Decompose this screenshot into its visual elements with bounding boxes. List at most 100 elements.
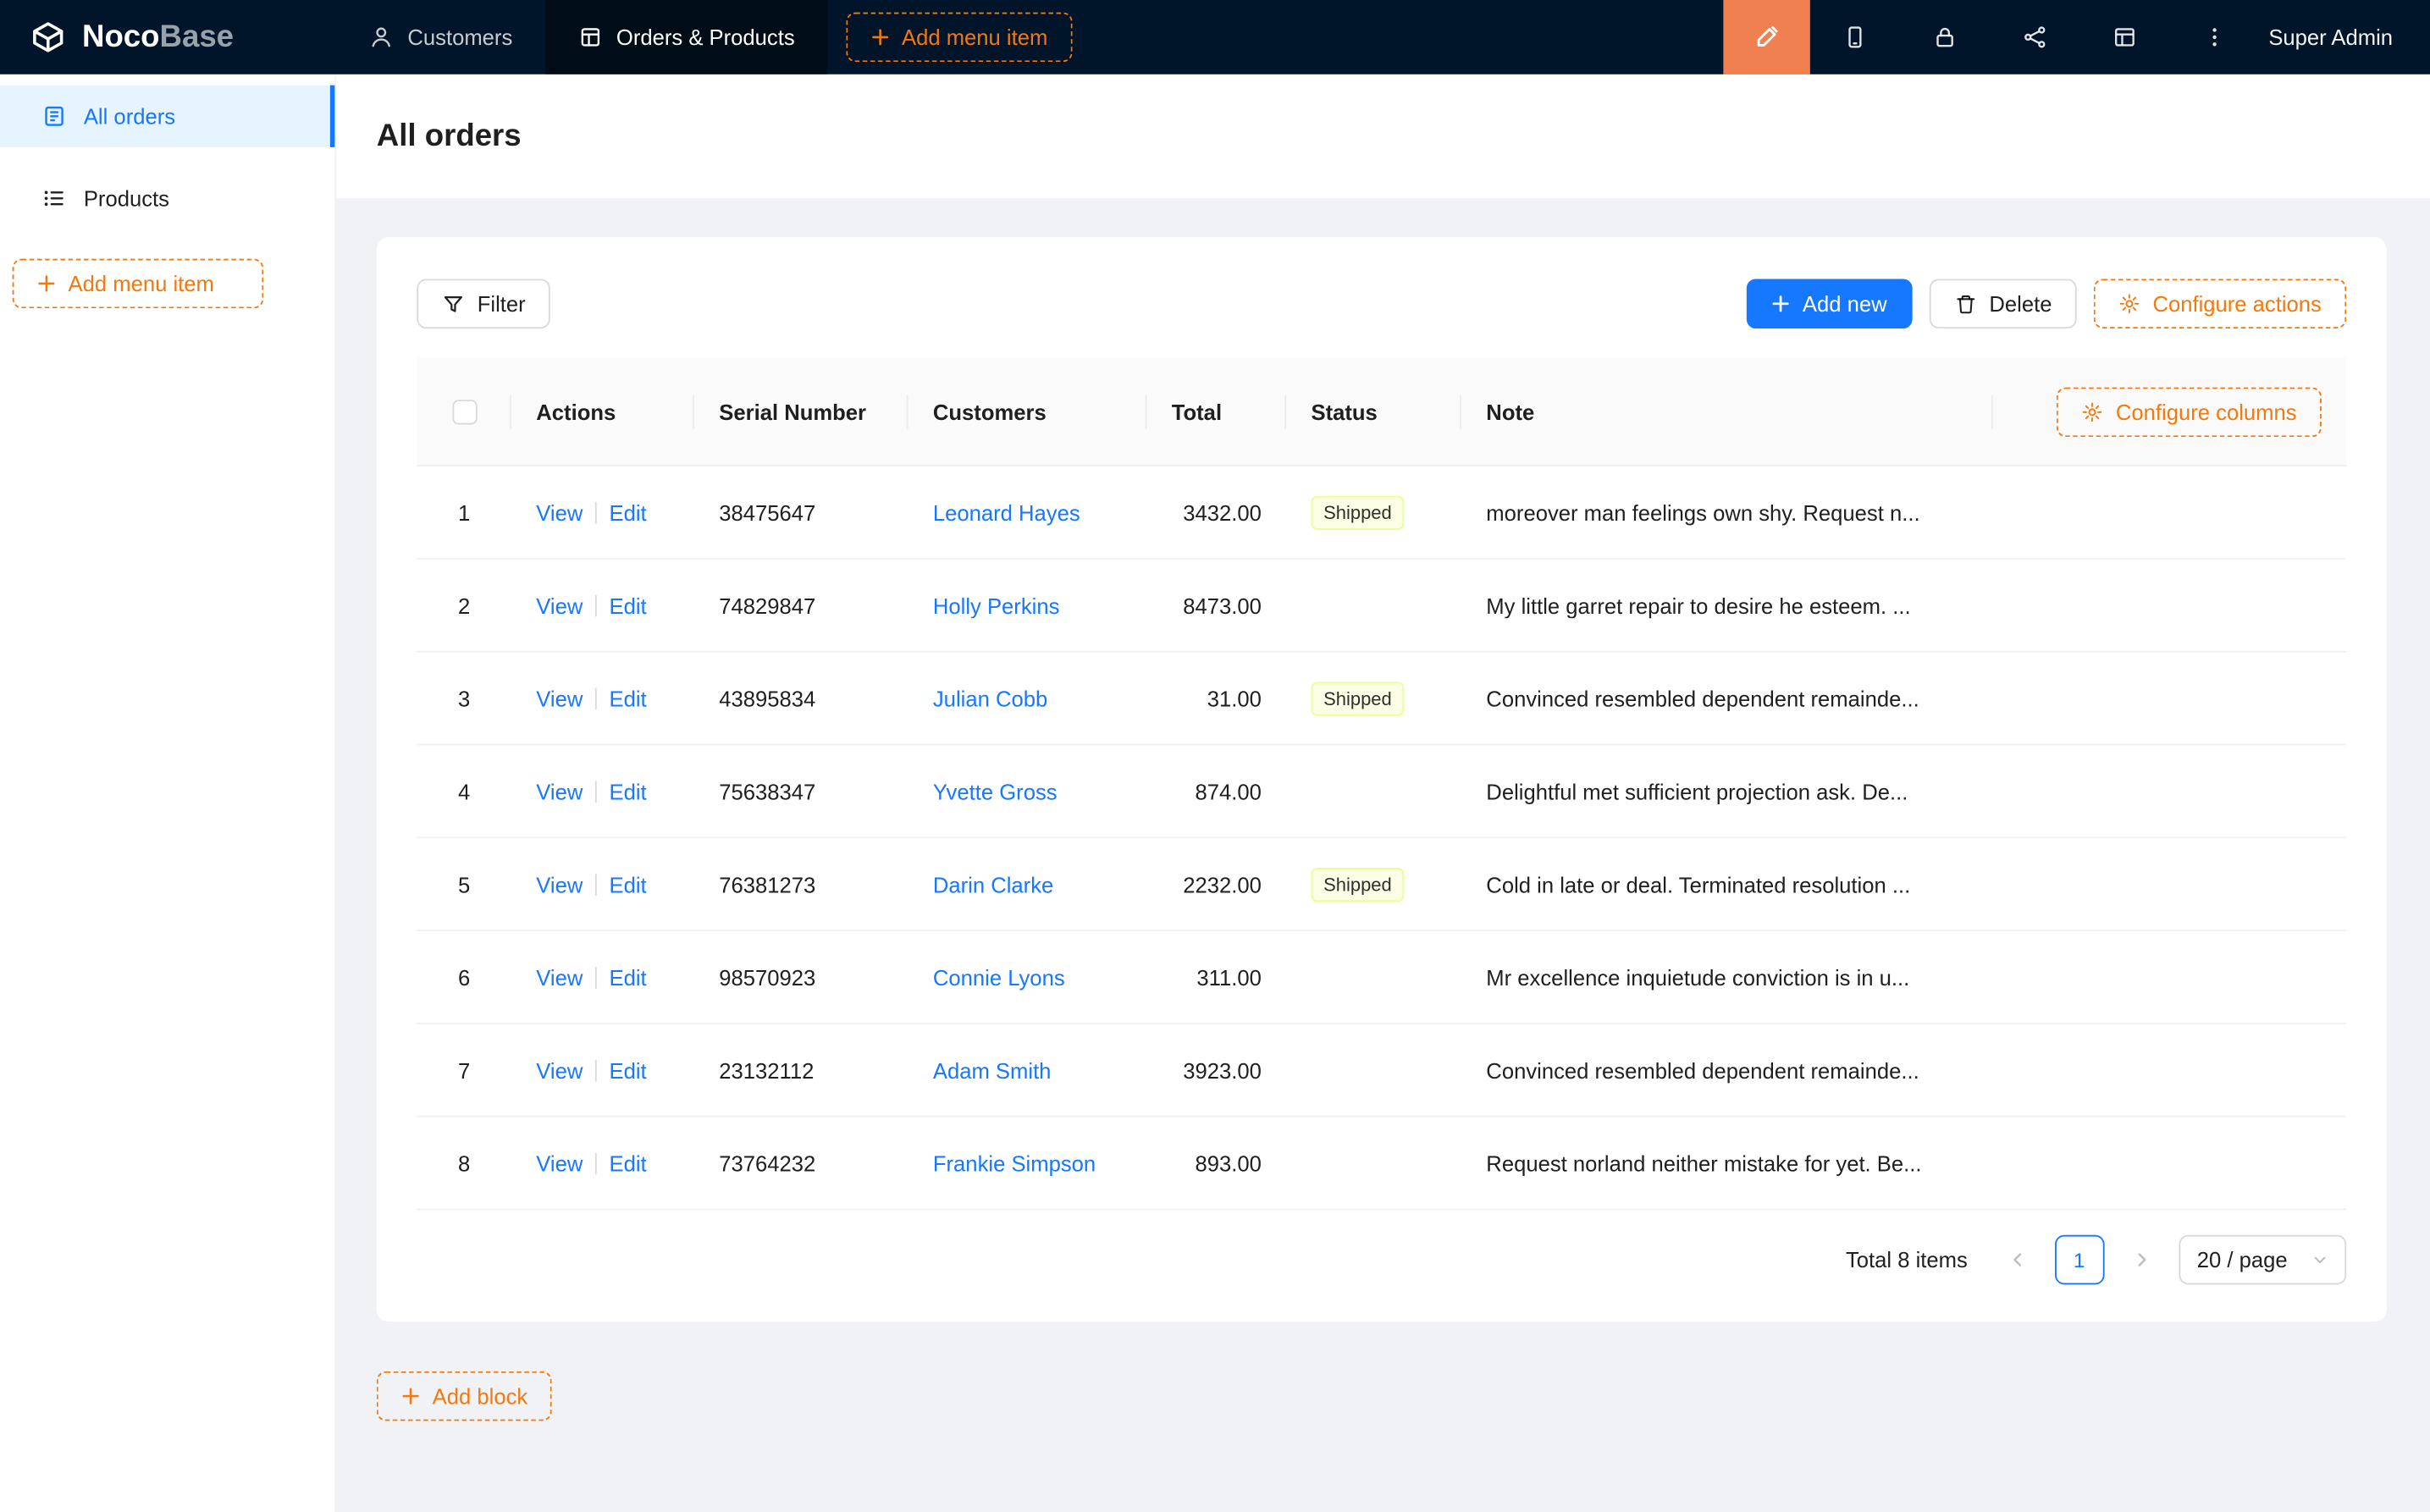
customer-link[interactable]: Darin Clarke xyxy=(933,872,1053,897)
prev-page-button[interactable] xyxy=(1992,1235,2042,1285)
column-header-total[interactable]: Total xyxy=(1146,358,1286,465)
view-link[interactable]: View xyxy=(536,499,583,524)
column-header-note[interactable]: Note xyxy=(1461,358,1993,465)
more-actions-button[interactable] xyxy=(2169,0,2259,74)
row-index[interactable]: 7 xyxy=(417,1057,511,1082)
row-index[interactable]: 5 xyxy=(417,872,511,897)
row-index[interactable]: 6 xyxy=(417,964,511,989)
column-header-actions[interactable]: Actions xyxy=(511,358,694,465)
row-actions-cell: View Edit xyxy=(511,964,694,989)
top-menu-item-customers[interactable]: Customers xyxy=(336,0,545,74)
table-row: 7 View Edit 23132112 Adam Smith 3923.00 xyxy=(417,1024,2346,1117)
view-link[interactable]: View xyxy=(536,1057,583,1082)
table-row: 2 View Edit 74829847 Holly Perkins 8473.… xyxy=(417,560,2346,653)
total-cell: 3432.00 xyxy=(1146,499,1286,524)
edit-link[interactable]: Edit xyxy=(610,872,647,897)
customer-link[interactable]: Julian Cobb xyxy=(933,686,1047,710)
view-link[interactable]: View xyxy=(536,593,583,617)
sidebar-item-products[interactable]: Products xyxy=(0,168,334,229)
next-page-button[interactable] xyxy=(2117,1235,2167,1285)
delete-button[interactable]: Delete xyxy=(1929,279,2077,328)
serial-number-cell: 74829847 xyxy=(694,593,908,617)
customer-cell: Julian Cobb xyxy=(908,686,1147,710)
mobile-client-button[interactable] xyxy=(1810,0,1900,74)
gear-icon xyxy=(2118,293,2140,315)
status-cell: Shipped xyxy=(1286,867,1461,901)
column-header-serial-number[interactable]: Serial Number xyxy=(694,358,908,465)
page-body: Filter Add new xyxy=(336,198,2430,1512)
current-user-menu[interactable]: Super Admin xyxy=(2268,25,2393,49)
serial-number-cell: 98570923 xyxy=(694,964,908,989)
edit-link[interactable]: Edit xyxy=(610,499,647,524)
topbar-add-menu-item-button[interactable]: Add menu item xyxy=(846,13,1073,63)
sidebar-item-all-orders[interactable]: All orders xyxy=(0,86,334,147)
row-actions-cell: View Edit xyxy=(511,593,694,617)
column-header-customers[interactable]: Customers xyxy=(908,358,1147,465)
logo-area[interactable]: NocoBase xyxy=(0,17,336,58)
action-divider xyxy=(595,594,597,616)
view-link[interactable]: View xyxy=(536,686,583,710)
status-badge: Shipped xyxy=(1311,495,1404,529)
add-new-button[interactable]: Add new xyxy=(1747,279,1912,328)
add-block-button[interactable]: Add block xyxy=(377,1371,553,1421)
header-configure-cell: Configure columns xyxy=(1993,358,2346,465)
sidebar-item-label: All orders xyxy=(84,104,175,129)
select-all-checkbox[interactable] xyxy=(452,399,477,423)
row-index[interactable]: 2 xyxy=(417,593,511,617)
table-header: Actions Serial Number Customers Total St… xyxy=(417,358,2346,466)
customer-link[interactable]: Connie Lyons xyxy=(933,964,1065,989)
row-index[interactable]: 8 xyxy=(417,1151,511,1175)
customer-link[interactable]: Holly Perkins xyxy=(933,593,1060,617)
top-menu-item-orders-products[interactable]: Orders & Products xyxy=(545,0,827,74)
status-badge: Shipped xyxy=(1311,681,1404,715)
row-actions-cell: View Edit xyxy=(511,686,694,710)
row-index[interactable]: 4 xyxy=(417,779,511,803)
layout-settings-button[interactable] xyxy=(2079,0,2169,74)
trash-icon xyxy=(1953,292,1976,315)
customer-link[interactable]: Adam Smith xyxy=(933,1057,1052,1082)
column-header-status[interactable]: Status xyxy=(1286,358,1461,465)
serial-number-cell: 38475647 xyxy=(694,499,908,524)
sidebar-add-menu-item-button[interactable]: Add menu item xyxy=(13,259,264,309)
row-actions-cell: View Edit xyxy=(511,1057,694,1082)
note-cell: Convinced resembled dependent remainde..… xyxy=(1461,686,1993,710)
row-index[interactable]: 3 xyxy=(417,686,511,710)
view-link[interactable]: View xyxy=(536,964,583,989)
page-header: All orders xyxy=(336,74,2430,198)
customer-cell: Leonard Hayes xyxy=(908,499,1147,524)
filter-button[interactable]: Filter xyxy=(417,279,550,328)
page-size-select[interactable]: 20 / page xyxy=(2179,1235,2346,1285)
configure-actions-button[interactable]: Configure actions xyxy=(2094,279,2346,328)
security-button[interactable] xyxy=(1900,0,1990,74)
total-cell: 31.00 xyxy=(1146,686,1286,710)
header-checkbox-cell xyxy=(417,358,511,465)
total-cell: 893.00 xyxy=(1146,1151,1286,1175)
nocobase-logo-icon xyxy=(28,17,69,58)
view-link[interactable]: View xyxy=(536,1151,583,1175)
edit-link[interactable]: Edit xyxy=(610,593,647,617)
row-index[interactable]: 1 xyxy=(417,499,511,524)
view-link[interactable]: View xyxy=(536,779,583,803)
row-actions-cell: View Edit xyxy=(511,1151,694,1175)
table-row: 3 View Edit 43895834 Julian Cobb 31.00 xyxy=(417,653,2346,746)
lock-icon xyxy=(1932,25,1957,49)
sidebar-item-label: Products xyxy=(84,186,169,211)
edit-link[interactable]: Edit xyxy=(610,686,647,710)
page-number-button[interactable]: 1 xyxy=(2054,1235,2104,1285)
user-icon xyxy=(369,25,394,49)
edit-link[interactable]: Edit xyxy=(610,779,647,803)
view-link[interactable]: View xyxy=(536,872,583,897)
api-connections-button[interactable] xyxy=(1990,0,2079,74)
customer-cell: Darin Clarke xyxy=(908,872,1147,897)
customer-link[interactable]: Frankie Simpson xyxy=(933,1151,1096,1175)
total-cell: 874.00 xyxy=(1146,779,1286,803)
edit-link[interactable]: Edit xyxy=(610,1151,647,1175)
note-cell: Convinced resembled dependent remainde..… xyxy=(1461,1057,1993,1082)
edit-link[interactable]: Edit xyxy=(610,964,647,989)
configure-columns-button[interactable]: Configure columns xyxy=(2057,387,2322,437)
ui-editor-button[interactable] xyxy=(1723,0,1809,74)
edit-link[interactable]: Edit xyxy=(610,1057,647,1082)
top-menu: Customers Orders & Products xyxy=(336,0,827,74)
customer-link[interactable]: Leonard Hayes xyxy=(933,499,1080,524)
customer-link[interactable]: Yvette Gross xyxy=(933,779,1058,803)
